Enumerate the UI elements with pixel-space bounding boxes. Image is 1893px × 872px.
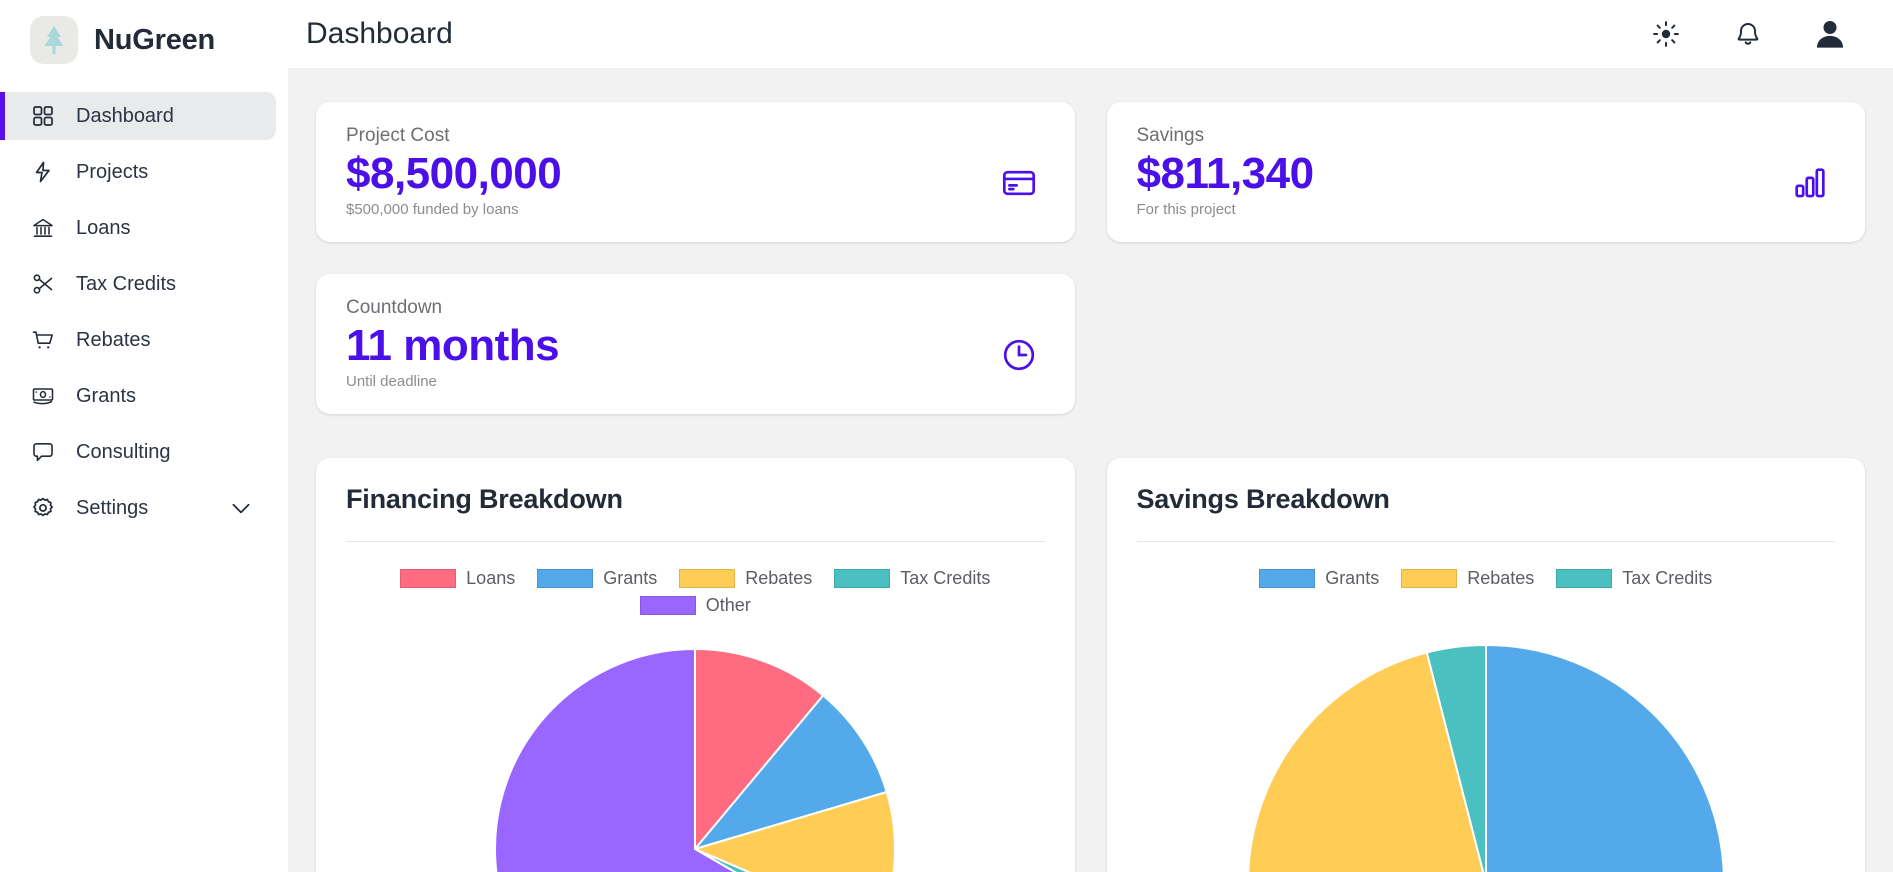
sun-icon[interactable] xyxy=(1649,17,1683,51)
chevron-down-icon[interactable] xyxy=(228,495,254,521)
legend-swatch xyxy=(834,569,891,588)
sidebar-item-loans[interactable]: Loans xyxy=(0,204,276,252)
legend-label: Loans xyxy=(466,568,516,588)
legend-item[interactable]: Rebates xyxy=(1401,568,1534,589)
financing-breakdown-panel: Financing Breakdown Loans Grants Rebates… xyxy=(316,458,1075,872)
sidebar-item-settings[interactable]: Settings xyxy=(0,484,276,532)
financing-pie-chart[interactable] xyxy=(480,634,910,872)
charts-row: Financing Breakdown Loans Grants Rebates… xyxy=(316,414,1865,872)
legend-label: Rebates xyxy=(745,568,813,588)
sidebar-item-label: Rebates xyxy=(76,328,151,351)
legend-swatch xyxy=(400,569,457,588)
stat-value: $8,500,000 xyxy=(346,148,562,198)
topbar: Dashboard xyxy=(288,0,1893,68)
topbar-actions xyxy=(1649,17,1865,51)
sidebar-item-label: Loans xyxy=(76,216,131,239)
legend-item[interactable]: Rebates xyxy=(679,568,812,589)
legend-label: Grants xyxy=(603,568,658,588)
sidebar-item-label: Tax Credits xyxy=(76,272,177,295)
legend-swatch xyxy=(679,569,736,588)
bank-icon xyxy=(30,215,56,241)
bar-chart-icon xyxy=(1793,124,1835,242)
empty-cell xyxy=(1107,274,1866,414)
sidebar-item-projects[interactable]: Projects xyxy=(0,148,276,196)
financing-pie-wrap xyxy=(346,634,1045,872)
user-avatar-icon[interactable] xyxy=(1813,17,1847,51)
banknote-icon xyxy=(30,383,56,409)
brand-name: NuGreen xyxy=(94,23,216,56)
legend-item[interactable]: Other xyxy=(366,595,1025,616)
legend-label: Grants xyxy=(1325,568,1380,588)
legend-swatch xyxy=(1401,569,1458,588)
clock-icon xyxy=(1001,296,1045,414)
stat-value: 11 months xyxy=(346,320,560,370)
legend-item[interactable]: Grants xyxy=(1259,568,1379,589)
legend-item[interactable]: Grants xyxy=(537,568,657,589)
legend-label: Rebates xyxy=(1467,568,1535,588)
legend-label: Other xyxy=(705,595,751,615)
legend-item[interactable]: Loans xyxy=(400,568,515,589)
pie-slice[interactable] xyxy=(1484,643,1725,872)
scissors-icon xyxy=(30,271,56,297)
sidebar-item-consulting[interactable]: Consulting xyxy=(0,428,276,476)
bell-icon[interactable] xyxy=(1731,17,1765,51)
stat-label: Project Cost xyxy=(346,125,450,146)
sidebar-item-label: Grants xyxy=(76,384,137,407)
sidebar-item-grants[interactable]: Grants xyxy=(0,372,276,420)
credit-card-icon xyxy=(1001,124,1045,242)
legend-item[interactable]: Tax Credits xyxy=(834,568,990,589)
panel-title: Savings Breakdown xyxy=(1136,484,1390,514)
legend-swatch xyxy=(639,596,696,615)
divider xyxy=(1136,541,1835,542)
legend-label: Tax Credits xyxy=(900,568,991,588)
stat-sub: $500,000 funded by loans xyxy=(346,201,519,219)
gear-icon xyxy=(30,495,56,521)
panel-title: Financing Breakdown xyxy=(346,484,623,514)
sidebar-item-rebates[interactable]: Rebates xyxy=(0,316,276,364)
savings-legend: Grants Rebates Tax Credits xyxy=(1137,568,1836,589)
stats-grid-row1: Project Cost $8,500,000 $500,000 funded … xyxy=(316,102,1865,242)
legend-label: Tax Credits xyxy=(1622,568,1713,588)
sidebar-item-label: Consulting xyxy=(76,440,171,463)
stat-sub: Until deadline xyxy=(346,373,437,391)
sidebar-nav: Dashboard Projects Loans Tax Credits Reb… xyxy=(0,88,288,536)
stat-label: Countdown xyxy=(346,297,443,318)
main-area: Dashboard Project Cost $8,500,000 $500,0… xyxy=(288,0,1893,872)
app-root: NuGreen Dashboard Projects Loans Tax Cre… xyxy=(0,0,1893,872)
sidebar-item-label: Dashboard xyxy=(76,104,174,127)
savings-breakdown-panel: Savings Breakdown Grants Rebates Tax Cre… xyxy=(1106,458,1865,872)
divider xyxy=(346,541,1045,542)
stat-sub: For this project xyxy=(1136,201,1236,219)
stat-label: Savings xyxy=(1136,125,1205,146)
legend-swatch xyxy=(537,569,594,588)
stat-card-countdown: Countdown 11 months Until deadline xyxy=(316,274,1075,414)
legend-swatch xyxy=(1259,569,1316,588)
dashboard-content: Project Cost $8,500,000 $500,000 funded … xyxy=(288,68,1893,872)
savings-pie-chart[interactable] xyxy=(1236,633,1736,872)
savings-pie-wrap xyxy=(1137,633,1836,872)
shopping-cart-icon xyxy=(30,327,56,353)
stat-card-savings: Savings $811,340 For this project xyxy=(1106,102,1865,242)
chat-bubble-icon xyxy=(30,439,56,465)
financing-legend: Loans Grants Rebates Tax Credits Other xyxy=(346,568,1045,616)
sidebar-item-label: Settings xyxy=(76,496,149,519)
grid-icon xyxy=(30,103,56,129)
sidebar-item-dashboard[interactable]: Dashboard xyxy=(0,92,276,140)
lightning-icon xyxy=(30,159,56,185)
legend-swatch xyxy=(1556,569,1613,588)
sidebar-item-tax-credits[interactable]: Tax Credits xyxy=(0,260,276,308)
stat-card-project-cost: Project Cost $8,500,000 $500,000 funded … xyxy=(316,102,1075,242)
pine-tree-icon xyxy=(30,16,78,64)
legend-item[interactable]: Tax Credits xyxy=(1556,568,1712,589)
sidebar-item-label: Projects xyxy=(76,160,149,183)
brand[interactable]: NuGreen xyxy=(0,0,288,80)
stat-value: $811,340 xyxy=(1136,148,1315,198)
sidebar: NuGreen Dashboard Projects Loans Tax Cre… xyxy=(0,0,288,872)
stats-grid-row2: Countdown 11 months Until deadline xyxy=(316,274,1865,414)
page-title: Dashboard xyxy=(306,17,453,50)
